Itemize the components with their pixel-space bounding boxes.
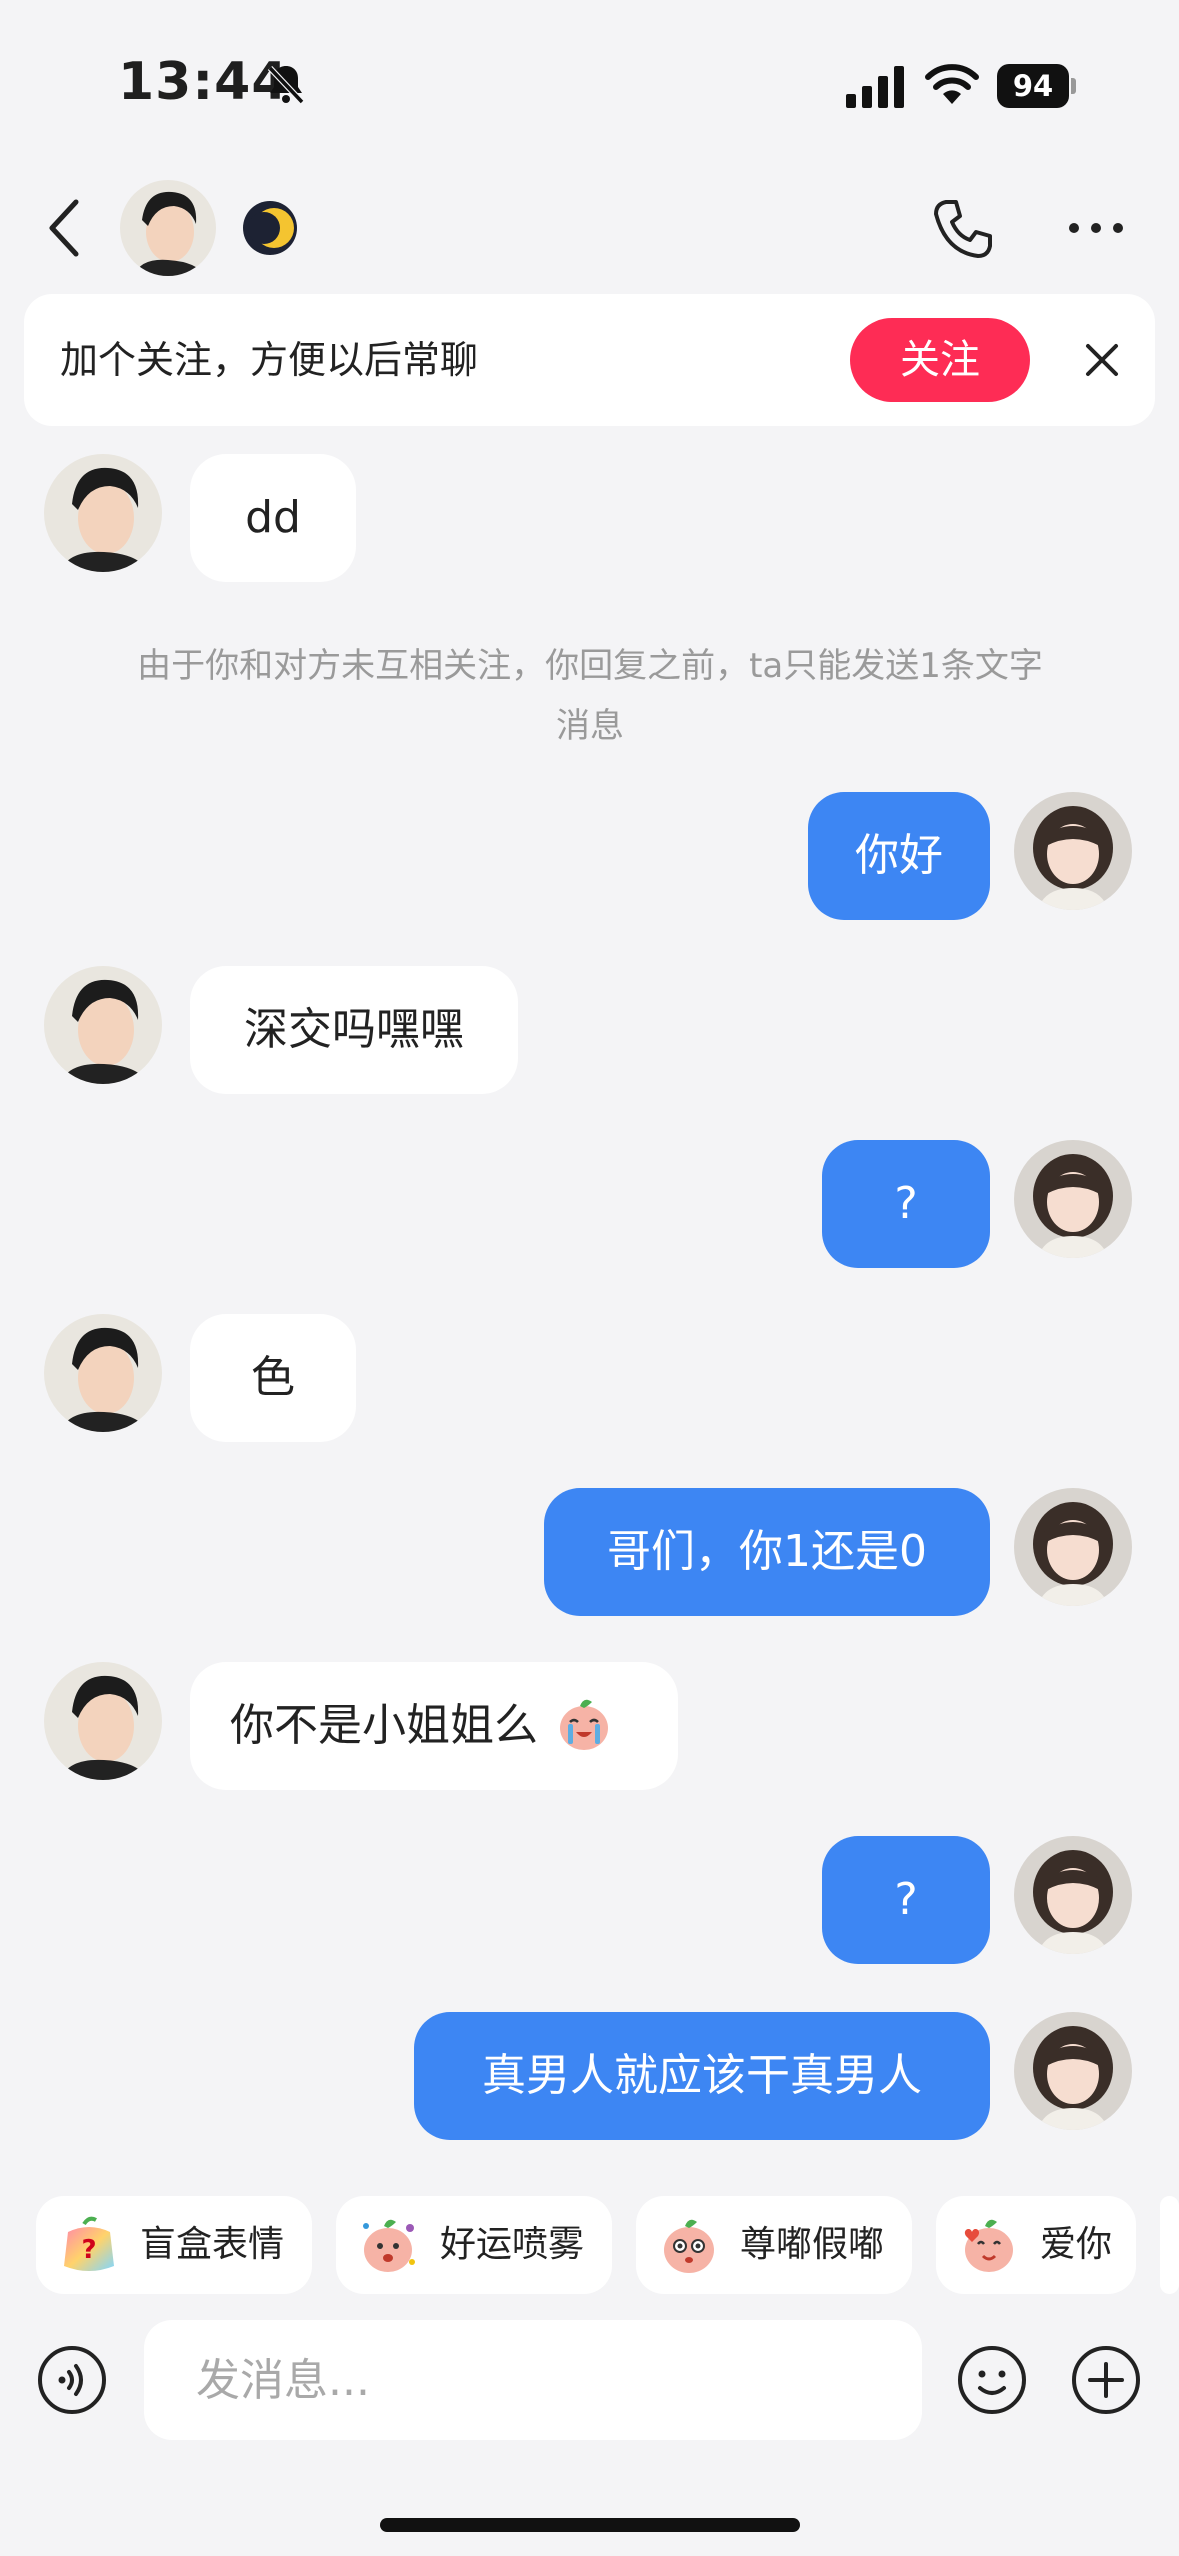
system-notice: 由于你和对方未互相关注，你回复之前，ta只能发送1条文字 消息 [90,636,1090,756]
my-avatar[interactable] [1014,1488,1132,1606]
more-actions-button[interactable] [1070,2344,1142,2416]
my-avatar[interactable] [1014,2012,1132,2130]
follow-banner: 加个关注，方便以后常聊 关注 [24,294,1155,426]
sticker-chip-really[interactable]: 尊嘟假嘟 [636,2196,912,2294]
message-bubble-outgoing[interactable]: 真男人就应该干真男人 [414,2012,990,2140]
voice-input-button[interactable] [36,2344,108,2416]
blind-box-sticker-icon: ? [64,2216,114,2271]
follow-prompt-text: 加个关注，方便以后常聊 [60,338,479,382]
system-notice-line: 由于你和对方未互相关注，你回复之前，ta只能发送1条文字 [137,646,1043,686]
phone-icon [934,200,992,258]
close-icon [1086,344,1118,376]
wifi-icon [924,60,980,108]
plus-icon [1072,2346,1140,2414]
svg-text:?: ? [81,2235,96,2265]
my-avatar[interactable] [1014,792,1132,910]
message-bubble-incoming[interactable]: 色 [190,1314,356,1442]
message-bubble-incoming[interactable]: 深交吗嘿嘿 [190,966,518,1094]
battery-indicator: 94 [997,64,1076,108]
sticker-chip-luck-spray[interactable]: 好运喷雾 [336,2196,612,2294]
crescent-moon-icon [242,200,298,256]
my-avatar[interactable] [1014,1836,1132,1954]
sticker-chip-overflow[interactable] [1160,2196,1179,2294]
bell-muted-icon [262,60,310,108]
message-bubble-outgoing[interactable]: 哥们，你1还是0 [544,1488,990,1616]
message-bubble-outgoing[interactable]: ? [822,1140,990,1268]
sticker-chip-blind-box[interactable]: ? 盲盒表情 [36,2196,312,2294]
my-avatar[interactable] [1014,1140,1132,1258]
emoji-button[interactable] [956,2344,1028,2416]
cellular-signal-icon [844,64,906,108]
more-button[interactable] [1064,210,1128,246]
voice-wave-icon [38,2346,106,2414]
system-notice-line: 消息 [556,706,624,746]
chip-label: 尊嘟假嘟 [740,2224,885,2265]
ellipsis-icon [1069,223,1123,233]
back-button[interactable] [44,196,84,260]
contact-avatar[interactable] [120,180,216,276]
really-sticker-icon [664,2219,714,2273]
message-bubble-outgoing[interactable]: ? [822,1836,990,1964]
close-banner-button[interactable] [1074,332,1130,388]
message-bubble-incoming[interactable]: dd [190,454,356,582]
chevron-left-icon [49,199,79,257]
chip-label: 好运喷雾 [440,2224,585,2265]
chip-label: 爱你 [1040,2224,1113,2265]
love-you-sticker-icon [964,2219,1013,2272]
call-button[interactable] [930,196,996,262]
contact-avatar[interactable] [44,454,162,572]
contact-avatar[interactable] [44,1314,162,1432]
message-text: 你不是小姐姐么 [230,1700,538,1751]
sticker-chip-love-you[interactable]: 爱你 [936,2196,1136,2294]
message-input[interactable] [144,2320,922,2440]
luck-spray-sticker-icon [363,2219,415,2272]
message-bubble-incoming[interactable]: 你不是小姐姐么 [190,1662,678,1790]
contact-avatar[interactable] [44,1662,162,1780]
home-indicator[interactable] [380,2518,800,2532]
message-bubble-outgoing[interactable]: 你好 [808,792,990,920]
contact-avatar[interactable] [44,966,162,1084]
chip-label: 盲盒表情 [140,2224,285,2265]
follow-button[interactable]: 关注 [850,318,1030,402]
smiley-icon [958,2346,1026,2414]
sticker-crying-icon [560,1699,608,1750]
battery-level: 94 [997,64,1069,108]
